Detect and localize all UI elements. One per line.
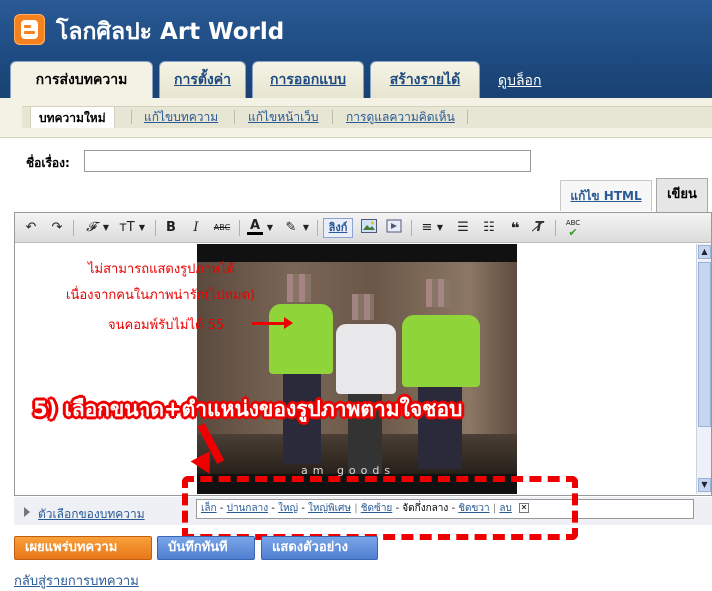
blog-title: โลกศิลปะ Art World bbox=[56, 19, 285, 45]
preview-button[interactable]: แสดงตัวอย่าง bbox=[261, 536, 378, 560]
editor-scrollbar[interactable]: ▲ ▼ bbox=[696, 244, 711, 494]
text-color-dropdown-icon[interactable]: ▼ bbox=[265, 219, 275, 237]
post-editor: ↶ ↷ 𝓕 ▼ тT ▼ B I ABC A ▼ ✎ ▼ ลิงก์ ≡ ▼ ☰… bbox=[14, 212, 712, 496]
remove-formatting-icon[interactable]: T̸ bbox=[531, 219, 547, 237]
subtab-edit-posts[interactable]: แก้ไขบทความ bbox=[144, 106, 218, 128]
publish-button[interactable]: เผยแพร่บทความ bbox=[14, 536, 152, 560]
italic-icon[interactable]: I bbox=[188, 219, 204, 237]
tab-monetize[interactable]: สร้างรายได้ bbox=[370, 61, 480, 98]
link-button[interactable]: ลิงก์ bbox=[323, 218, 353, 238]
subtab-new-post[interactable]: บทความใหม่ bbox=[30, 106, 115, 128]
font-family-icon[interactable]: 𝓕 bbox=[81, 219, 101, 237]
tab-layout[interactable]: การออกแบบ bbox=[252, 61, 364, 98]
blogger-logo-icon[interactable] bbox=[14, 14, 45, 45]
undo-icon[interactable]: ↶ bbox=[23, 219, 39, 237]
text-color-icon[interactable]: A bbox=[247, 219, 263, 235]
back-to-posts-link[interactable]: กลับสู่รายการบทความ bbox=[14, 570, 139, 591]
editor-toolbar: ↶ ↷ 𝓕 ▼ тT ▼ B I ABC A ▼ ✎ ▼ ลิงก์ ≡ ▼ ☰… bbox=[15, 213, 711, 243]
editor-canvas[interactable]: am goods ไม่สามารถแสดงรูปภาพได้ เนื่องจา… bbox=[16, 244, 696, 494]
sub-navigation: บทความใหม่ แก้ไขบทความ แก้ไขหน้าเว็บ การ… bbox=[0, 98, 712, 138]
numbered-list-icon[interactable]: ☰ bbox=[455, 219, 471, 237]
blockquote-icon[interactable]: ❝ bbox=[507, 219, 523, 237]
annotation-arrow bbox=[252, 317, 293, 329]
inserted-image[interactable]: am goods bbox=[197, 244, 517, 494]
save-now-button[interactable]: บันทึกทันที bbox=[157, 536, 255, 560]
expand-arrow-icon[interactable] bbox=[24, 507, 30, 517]
subtab-moderate-comments[interactable]: การดูแลความคิดเห็น bbox=[346, 106, 455, 128]
alignment-dropdown-icon[interactable]: ▼ bbox=[435, 219, 445, 237]
edit-html-tab[interactable]: แก้ไข HTML bbox=[560, 180, 652, 211]
highlight-dropdown-icon[interactable]: ▼ bbox=[301, 219, 311, 237]
post-options-link[interactable]: ตัวเลือกของบทความ bbox=[38, 505, 145, 524]
tab-settings[interactable]: การตั้งค่า bbox=[159, 61, 246, 98]
scroll-thumb[interactable] bbox=[698, 262, 711, 427]
font-size-icon[interactable]: тT bbox=[117, 219, 137, 237]
scroll-up-icon[interactable]: ▲ bbox=[698, 245, 711, 259]
spell-check-icon[interactable]: ABC ✔ bbox=[563, 219, 583, 238]
alignment-icon[interactable]: ≡ bbox=[419, 219, 435, 237]
annotation-callout: 5) เลือกขนาด+ตำแหน่งของรูปภาพตามใจชอบ bbox=[33, 397, 463, 421]
annotation-line-3: จนคอมพ์รับไม่ได้ 55 bbox=[108, 318, 225, 333]
bullet-list-icon[interactable]: ☷ bbox=[481, 219, 497, 237]
insert-video-icon[interactable] bbox=[385, 219, 403, 237]
font-size-dropdown-icon[interactable]: ▼ bbox=[137, 219, 147, 237]
annotation-dashed-box bbox=[182, 476, 578, 540]
annotation-line-1: ไม่สามารถแสดงรูปภาพได้ bbox=[88, 262, 235, 277]
blogger-header: โลกศิลปะ Art World การส่งบทความ การตั้งค… bbox=[0, 0, 712, 99]
post-title-input[interactable] bbox=[84, 150, 531, 172]
post-title-label: ชื่อเรื่อง: bbox=[26, 156, 70, 170]
view-blog-link[interactable]: ดูบล็อก bbox=[498, 70, 541, 92]
tab-posting[interactable]: การส่งบทความ bbox=[10, 61, 153, 99]
strikethrough-icon[interactable]: ABC bbox=[211, 219, 233, 237]
scroll-down-icon[interactable]: ▼ bbox=[698, 478, 711, 492]
highlight-color-icon[interactable]: ✎ bbox=[283, 219, 299, 237]
annotation-line-2: เนื่องจากคนในภาพน่ารัก(ไปหมด) bbox=[66, 288, 256, 303]
redo-icon[interactable]: ↷ bbox=[49, 219, 65, 237]
bold-icon[interactable]: B bbox=[163, 219, 179, 237]
font-family-dropdown-icon[interactable]: ▼ bbox=[101, 219, 111, 237]
compose-tab[interactable]: เขียน bbox=[656, 178, 708, 212]
insert-image-icon[interactable] bbox=[360, 219, 378, 237]
subtab-edit-pages[interactable]: แก้ไขหน้าเว็บ bbox=[248, 106, 319, 128]
